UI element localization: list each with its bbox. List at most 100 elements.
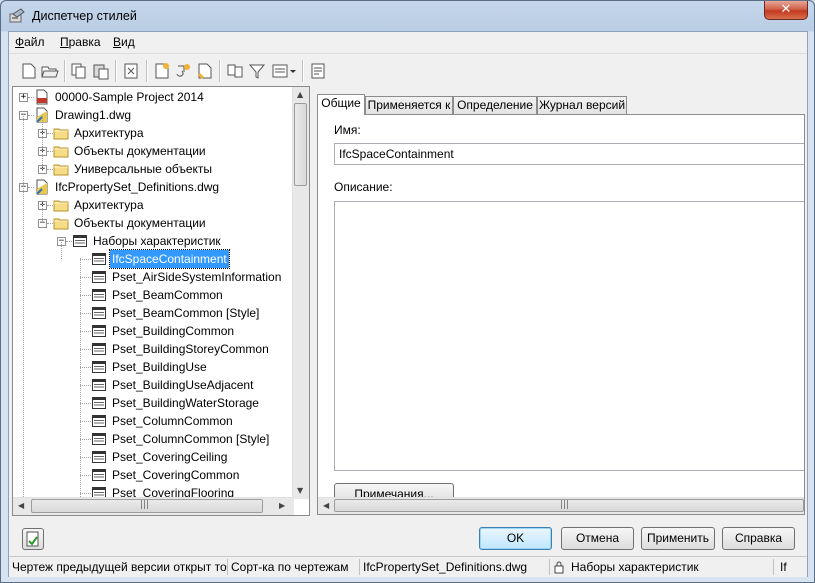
tree-connector <box>80 475 91 476</box>
new-style-icon[interactable] <box>153 62 171 80</box>
name-label: Имя: <box>334 123 361 137</box>
tree-connector <box>80 457 91 458</box>
client-area: Файл Правка Вид +00000-Sample Project 20… <box>8 31 808 577</box>
tree-item-label: Pset_AirSideSystemInformation <box>112 270 282 284</box>
help-button[interactable]: Справка <box>722 527 795 550</box>
propset-icon <box>91 431 107 447</box>
tree-connector <box>80 259 91 260</box>
ok-button[interactable]: OK <box>479 527 552 550</box>
menu-edit[interactable]: Правка <box>60 35 101 49</box>
folder-icon <box>53 125 69 141</box>
propset-icon <box>91 377 107 393</box>
open-icon[interactable] <box>41 62 59 80</box>
tab-definition[interactable]: Определение <box>453 96 537 114</box>
menu-file[interactable]: Файл <box>15 35 45 49</box>
tree-item-label: Pset_BeamCommon <box>112 288 223 302</box>
copy-icon[interactable] <box>70 62 88 80</box>
tree-hscroll-thumb[interactable]: ||| <box>31 499 263 513</box>
tree-connector <box>80 385 91 386</box>
tree-guide-line <box>61 240 62 259</box>
tree-connector <box>80 439 91 440</box>
tree-vertical-scrollbar[interactable]: ▲ ▼ <box>292 87 309 499</box>
edit-style-icon[interactable] <box>174 62 192 80</box>
tree-connector <box>80 331 91 332</box>
tree-item-label: Архитектура <box>74 198 144 212</box>
tree-item-label: Pset_BuildingWaterStorage <box>112 396 259 410</box>
general-tab-panel: Имя: IfcSpaceContainment Описание: Приме… <box>317 114 805 515</box>
tree-item-label: Pset_CoveringCommon <box>112 468 240 482</box>
toolbar-separator <box>115 60 117 82</box>
status-extra: If <box>780 560 787 574</box>
tree-item-label: Pset_BuildingUse <box>112 360 207 374</box>
scroll-left-arrow-icon[interactable]: ◀ <box>323 501 329 510</box>
tree-horizontal-scrollbar[interactable]: ◀ ||| ▶ <box>13 497 294 515</box>
scroll-up-arrow-icon[interactable]: ▲ <box>297 90 303 99</box>
propset-icon <box>91 269 107 285</box>
panel-hscroll-thumb[interactable]: ||| <box>334 499 804 512</box>
expand-icon[interactable]: + <box>19 93 28 102</box>
toggle-view-icon[interactable] <box>226 62 244 80</box>
tree-item-label: Pset_BuildingStoreyCommon <box>112 342 269 356</box>
tree-item-label: Pset_BuildingCommon <box>112 324 235 338</box>
tree-item-label: IfcSpaceContainment <box>109 249 230 269</box>
drawing-preview-toggle-button[interactable] <box>22 528 44 550</box>
style-manager-window: Диспетчер стилей ✕ Файл Правка Вид + 000… <box>0 0 815 583</box>
grip-icon: ||| <box>560 500 570 510</box>
tree-item-label: Pset_BeamCommon [Style] <box>112 306 260 320</box>
paste-icon[interactable] <box>92 62 110 80</box>
propset-icon <box>91 341 107 357</box>
set-current-icon[interactable] <box>196 62 214 80</box>
new-icon[interactable] <box>20 62 38 80</box>
tab-version-history[interactable]: Журнал версий <box>537 96 627 114</box>
description-field[interactable] <box>334 201 804 471</box>
propset-icon <box>91 395 107 411</box>
scroll-left-arrow-icon[interactable]: ◀ <box>18 501 24 510</box>
toolbar <box>9 53 807 86</box>
tree-item-label: Pset_ColumnCommon <box>112 414 233 428</box>
grip-icon: ||| <box>140 500 150 510</box>
drawing-sync-icon <box>26 531 39 547</box>
panel-horizontal-scrollbar[interactable]: ◀ ||| <box>318 497 804 514</box>
propset-icon <box>91 449 107 465</box>
tree-connector <box>80 493 91 494</box>
status-bar: Чертеж предыдущей версии открыт то Сорт-… <box>9 556 807 577</box>
status-version-message: Чертеж предыдущей версии открыт то <box>9 559 228 575</box>
folder-icon <box>53 215 69 231</box>
apply-button[interactable]: Применить <box>641 527 715 550</box>
tab-general[interactable]: Общие <box>317 94 365 115</box>
purge-icon[interactable] <box>122 62 140 80</box>
tree-item-label: Наборы характеристик <box>93 234 221 248</box>
window-title: Диспетчер стилей <box>32 9 137 23</box>
list-view-icon[interactable] <box>271 62 297 80</box>
menu-view[interactable]: Вид <box>113 35 135 49</box>
tab-applies-to[interactable]: Применяется к <box>365 96 453 114</box>
filter-icon[interactable] <box>248 62 266 80</box>
tree-item-label: Объекты документации <box>74 144 206 158</box>
style-tree[interactable]: +00000-Sample Project 2014− Drawing1.dwg +… <box>12 86 310 516</box>
close-icon: ✕ <box>780 2 792 17</box>
scroll-right-arrow-icon[interactable]: ▶ <box>279 501 285 510</box>
tree-item-label: Архитектура <box>74 126 144 140</box>
tree-item-label: Универсальные объекты <box>74 162 213 176</box>
name-field[interactable]: IfcSpaceContainment <box>334 143 804 165</box>
folder-icon <box>53 143 69 159</box>
folder-icon <box>53 161 69 177</box>
cancel-button[interactable]: Отмена <box>561 527 634 550</box>
lock-icon <box>554 561 564 574</box>
status-category: Наборы характеристик <box>568 559 774 575</box>
project-icon <box>34 89 50 105</box>
style-manager-app-icon <box>9 8 25 23</box>
tree-connector <box>80 295 91 296</box>
scroll-down-arrow-icon[interactable]: ▼ <box>297 486 303 495</box>
properties-icon[interactable] <box>309 62 327 80</box>
tree-guide-line <box>42 114 43 169</box>
tree-item-label: Drawing1.dwg <box>55 108 132 122</box>
tree-item-label: Pset_ColumnCommon [Style] <box>112 432 270 446</box>
drawing-icon <box>34 179 50 195</box>
close-button[interactable]: ✕ <box>764 1 808 20</box>
tree-connector <box>80 277 91 278</box>
tree-vscroll-thumb[interactable] <box>294 103 307 186</box>
tree-item-label: Pset_BuildingUseAdjacent <box>112 378 254 392</box>
tree-connector <box>80 403 91 404</box>
tree-guide-line <box>23 186 24 499</box>
